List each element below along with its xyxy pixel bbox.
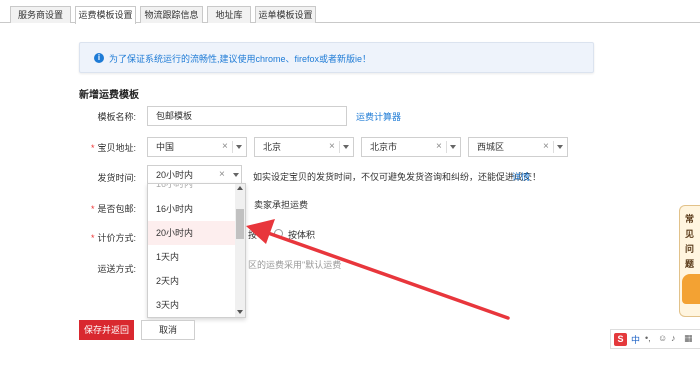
punctuation-icon[interactable]: •, xyxy=(645,333,651,343)
ime-toolbar[interactable]: S 中 •, ☺ ♪ ▦ xyxy=(610,329,700,349)
faq-side-widget[interactable]: 常 见 问 题 xyxy=(679,205,700,317)
ime-mode[interactable]: 中 xyxy=(631,333,640,346)
emoji-icon[interactable]: ☺ xyxy=(658,333,667,343)
mic-icon[interactable]: ♪ xyxy=(671,333,676,343)
cancel-button[interactable]: 取消 xyxy=(141,320,195,340)
sogou-logo-icon: S xyxy=(614,333,627,346)
save-and-return-button[interactable]: 保存并返回 xyxy=(79,320,134,340)
mascot-icon xyxy=(682,274,700,304)
keyboard-icon[interactable]: ▦ xyxy=(684,333,693,344)
